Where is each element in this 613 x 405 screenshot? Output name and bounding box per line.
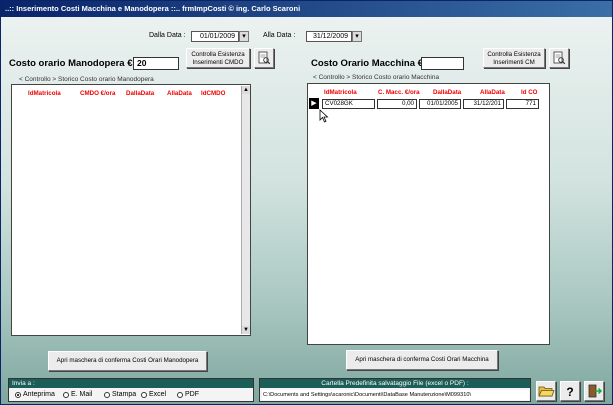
col-header-alladata: AllaData [167, 90, 192, 97]
col-header-costo-macchina: C. Macc. €/ora [378, 89, 420, 96]
col-header-idco: Id CO [521, 89, 538, 96]
macchina-title: Costo Orario Macchina € : [311, 58, 429, 69]
exit-button[interactable] [584, 381, 604, 401]
send-to-label: Invia a : [9, 379, 253, 388]
help-icon: ? [566, 385, 573, 399]
alla-data-input[interactable]: 31/12/2009 [306, 31, 352, 42]
send-to-group: Invia a : Anteprima E. Mail Stampa Excel… [8, 378, 254, 402]
radio-anteprima-label: Anteprima [23, 391, 55, 398]
dalla-data-label: Dalla Data : [149, 32, 186, 39]
main-window: ..:: Inserimento Costi Macchina e Manodo… [0, 0, 613, 405]
browse-folder-button[interactable] [536, 381, 556, 401]
help-button[interactable]: ? [560, 381, 580, 401]
col-header-idmatricola: IdMatricola [28, 90, 61, 97]
radio-excel[interactable] [141, 392, 147, 398]
folder-open-icon [538, 386, 555, 397]
mouse-cursor-icon [319, 109, 329, 123]
preview-cmdo-button[interactable] [254, 48, 274, 68]
manodopera-title: Costo orario Manodopera € : [9, 58, 139, 69]
svg-text:?: ? [566, 385, 573, 399]
col-header-idmatricola: IdMatricola [324, 89, 357, 96]
cell-alladata[interactable]: 31/12/201 [463, 99, 504, 109]
preview-icon [258, 51, 271, 65]
alla-data-label: Alla Data : [263, 32, 296, 39]
radio-anteprima[interactable] [15, 392, 21, 398]
col-header-alladata: AllaData [480, 89, 505, 96]
radio-excel-label: Excel [149, 391, 167, 398]
table-row[interactable]: CV028GK 0,00 01/01/2005 31/12/201 771 [319, 98, 541, 109]
cell-costo[interactable]: 0,00 [377, 99, 417, 109]
cell-idco[interactable]: 771 [506, 99, 539, 109]
col-header-idcmdo: IdCMDO [201, 90, 226, 97]
radio-email-label: E. Mail [71, 391, 93, 398]
manodopera-history-grid: IdMatricola CMDO €/ora DallaData AllaDat… [11, 84, 251, 336]
col-header-dalladata: DallaData [126, 90, 155, 97]
check-cm-button[interactable]: Controlla Esistenza Inserimenti CM [483, 48, 545, 68]
open-manodopera-confirm-button[interactable]: Apri maschera di conferma Costi Orari Ma… [48, 351, 207, 371]
radio-stampa-label: Stampa [112, 391, 137, 398]
preview-cm-button[interactable] [549, 48, 569, 68]
open-macchina-confirm-button[interactable]: Apri maschera di conferma Costi Orari Ma… [346, 350, 498, 370]
folder-path-input[interactable]: C:\Documents and Settings\scaronic\Docum… [262, 390, 529, 400]
dalla-data-input[interactable]: 01/01/2009 [191, 31, 239, 42]
manodopera-scrollbar[interactable]: ▲ ▼ [241, 86, 250, 334]
col-header-cmdo: CMDO €/ora [80, 90, 116, 97]
scroll-down-icon[interactable]: ▼ [242, 326, 250, 334]
macchina-history-label: < Controllo > Storico Costo orario Macch… [313, 74, 440, 81]
dalla-data-dropdown-icon[interactable]: ▾ [239, 31, 249, 42]
cell-idmatricola[interactable]: CV028GK [322, 99, 375, 109]
col-header-dalladata: DallaData [433, 89, 462, 96]
exit-icon [588, 384, 603, 398]
check-cmdo-button[interactable]: Controlla Esistenza Inserimenti CMDO [186, 48, 250, 68]
manodopera-cost-input[interactable]: 20 [133, 57, 179, 70]
record-selector-icon[interactable]: ▶ [309, 98, 319, 109]
manodopera-history-label: < Controllo > Storico Costo orario Manod… [19, 76, 154, 83]
cell-dalladata[interactable]: 01/01/2005 [419, 99, 461, 109]
radio-pdf-label: PDF [185, 391, 199, 398]
radio-stampa[interactable] [104, 392, 110, 398]
radio-email[interactable] [63, 392, 69, 398]
radio-pdf[interactable] [177, 392, 183, 398]
scroll-up-icon[interactable]: ▲ [242, 86, 250, 94]
macchina-cost-input[interactable] [421, 57, 464, 70]
alla-data-dropdown-icon[interactable]: ▾ [352, 31, 362, 42]
folder-group: Cartella Predefinita salvataggio File (e… [259, 378, 531, 402]
preview-icon [553, 51, 566, 65]
macchina-history-grid: IdMatricola C. Macc. €/ora DallaData All… [307, 83, 550, 345]
window-title: ..:: Inserimento Costi Macchina e Manodo… [1, 1, 612, 17]
folder-label: Cartella Predefinita salvataggio File (e… [260, 379, 530, 388]
